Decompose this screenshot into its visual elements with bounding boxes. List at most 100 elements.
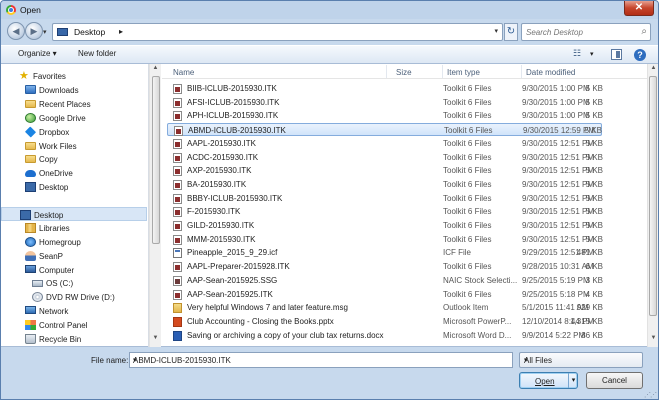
file-row[interactable]: AAPL-Preparer-2015928.ITK 6 KB Toolkit 6 F… [167,260,603,273]
scroll-down-icon[interactable]: ▼ [648,335,658,346]
file-row[interactable]: BBBY-ICLUB-2015930.ITK 5 KB Toolkit 6 File… [167,192,603,205]
close-button[interactable]: ✕ [624,1,654,16]
help-icon[interactable]: ? [634,49,646,61]
nav-item-copy[interactable]: Copy [1,152,147,166]
file-row[interactable]: AAP-Sean-2015925.SSG 3 KB NAIC Stock Selec… [167,274,603,287]
nav-item-favorites[interactable]: ★ Favorites [1,69,147,83]
file-row[interactable]: GILD-2015930.ITK 5 KB Toolkit 6 Files 9/30/… [167,219,603,232]
file-row[interactable]: AAPL-2015930.ITK 5 KB Toolkit 6 Files 9/30/… [167,137,603,150]
file-row[interactable]: BIIB-ICLUB-2015930.ITK 5 KB Toolkit 6 File… [167,82,603,95]
open-button[interactable]: Open ▾ [519,372,578,389]
filter-dropdown-icon[interactable]: ▾ [524,356,638,364]
refresh-button[interactable]: ↻ [504,23,518,41]
file-name-dropdown-icon[interactable]: ▾ [133,356,509,364]
nav-item-libraries[interactable]: Libraries [1,221,147,235]
file-type: ICF File [443,248,471,258]
search-icon[interactable]: ⌕ [641,26,647,37]
title-bar[interactable]: Open ✕ [1,1,658,19]
file-row[interactable]: F-2015930.ITK 5 KB Toolkit 6 Files 9/30/201… [167,205,603,218]
star-icon: ★ [19,70,29,82]
file-row[interactable]: ABMD-ICLUB-2015930.ITK 5 KB Toolkit 6 File… [167,123,602,137]
file-row[interactable]: Very helpful Windows 7 and later feature… [167,301,603,314]
file-row[interactable]: AFSI-ICLUB-2015930.ITK 5 KB Toolkit 6 File… [167,96,603,109]
nav-item-label: Homegroup [39,238,81,247]
nav-item-label: Favorites [33,72,66,81]
cancel-button[interactable]: Cancel [586,372,643,389]
new-folder-button[interactable]: New folder [78,49,116,58]
file-date: 9/28/2015 10:31 AM [522,262,594,272]
file-date: 9/30/2015 1:00 PM [522,84,590,93]
file-date: 9/30/2015 12:51 PM [522,166,595,176]
file-row[interactable]: BA-2015930.ITK 5 KB Toolkit 6 Files 9/30/20… [167,178,603,191]
nav-item-dropbox[interactable]: Dropbox [1,125,147,139]
nav-item-homegroup[interactable]: Homegroup [1,235,147,249]
file-name: AFSI-ICLUB-2015930.ITK [187,97,280,107]
open-button-label[interactable]: Open [535,377,555,386]
downloads-folder-icon [25,85,36,94]
file-name: AXP-2015930.ITK [187,166,252,176]
file-name: ABMD-ICLUB-2015930.ITK [188,126,286,136]
file-row[interactable]: AXP-2015930.ITK 5 KB Toolkit 6 Files 9/30/2… [167,164,603,177]
file-row[interactable]: Pineapple_2015_9_29.icf 481 KB ICF File 9/2… [167,246,603,259]
scroll-up-icon[interactable]: ▲ [648,65,658,76]
back-button[interactable]: ◀ [7,22,25,40]
file-type-filter[interactable]: All Files ▾ [519,352,643,368]
itk-file-icon [173,289,182,300]
breadcrumb-chevron-icon[interactable]: ▸ [119,27,123,36]
nav-item-dvd-rw-drive-d[interactable]: DVD RW Drive (D:) [1,290,147,304]
file-row[interactable]: Club Accounting - Closing the Books.pptx… [167,315,603,328]
nav-item-recycle-bin[interactable]: Recycle Bin [1,332,147,346]
nav-item-onedrive[interactable]: OneDrive [1,166,147,180]
nav-item-desktop[interactable]: Desktop [1,180,147,194]
file-list-scrollbar[interactable]: ▲ ▼ [647,64,658,347]
forward-button[interactable]: ▶ [25,22,43,40]
recent-locations-dropdown[interactable]: ▾ [43,28,47,36]
nav-item-downloads[interactable]: Downloads [1,83,147,97]
content-area: ★ Favorites Downloads Recent Places Google D… [1,64,658,347]
navigation-scrollbar[interactable]: ▲ ▼ [149,64,161,347]
search-box[interactable]: ⌕ [521,23,651,41]
file-row[interactable]: AAP-Sean-2015925.ITK 4 KB Toolkit 6 Files 9… [167,288,603,301]
drive-icon [32,280,43,287]
file-name-field[interactable]: ABMD-ICLUB-2015930.ITK ▾ [129,352,513,368]
scroll-thumb[interactable] [649,76,657,316]
nav-item-google-drive[interactable]: Google Drive [1,111,147,125]
open-options-dropdown[interactable]: ▾ [568,373,578,388]
onedrive-icon [25,170,36,177]
nav-item-desktop[interactable]: Desktop [1,207,147,221]
file-row[interactable]: MMM-2015930.ITK 5 KB Toolkit 6 Files 9/30/2… [167,233,603,246]
nav-item-seanp[interactable]: SeanP [1,249,147,263]
itk-file-icon [173,84,182,94]
organize-button[interactable]: Organize ▾ [18,49,57,58]
preview-pane-icon[interactable] [611,49,622,60]
column-size[interactable]: Size [396,68,412,77]
nav-item-control-panel[interactable]: Control Panel [1,318,147,332]
change-view-icon[interactable]: ☷ [573,48,581,59]
nav-item-computer[interactable]: Computer [1,263,147,277]
nav-item-work-files[interactable]: Work Files [1,139,147,153]
nav-item-recent-places[interactable]: Recent Places [1,97,147,111]
folder-icon [25,155,36,163]
nav-item-label: Desktop [34,211,64,220]
nav-item-label: Control Panel [39,321,88,330]
nav-item-network[interactable]: Network [1,304,147,318]
column-name[interactable]: Name [173,68,194,77]
resize-grip-icon[interactable]: ⋰⋰ [644,391,657,399]
column-item-type[interactable]: Item type [447,68,480,77]
scroll-down-icon[interactable]: ▼ [150,335,161,346]
search-input[interactable] [522,24,632,40]
nav-item-os-c[interactable]: OS (C:) [1,276,147,290]
file-row[interactable]: ACDC-2015930.ITK 5 KB Toolkit 6 Files 9/30/… [167,151,603,164]
file-row[interactable]: Saving or archiving a copy of your club … [167,329,603,342]
column-date-modified[interactable]: Date modified [526,68,575,77]
column-divider [386,65,387,78]
address-bar[interactable]: Desktop ▸ ▾ [52,23,503,41]
scroll-thumb[interactable] [152,76,160,244]
address-breadcrumb[interactable]: Desktop [74,27,105,37]
view-options-dropdown[interactable]: ▾ [590,50,594,58]
scroll-up-icon[interactable]: ▲ [150,65,161,76]
file-row[interactable]: APH-ICLUB-2015930.ITK 5 KB Toolkit 6 Files… [167,109,603,122]
itk-file-icon [173,152,182,163]
address-dropdown-icon[interactable]: ▾ [494,27,498,35]
file-date: 9/9/2014 5:22 PM [522,330,586,340]
